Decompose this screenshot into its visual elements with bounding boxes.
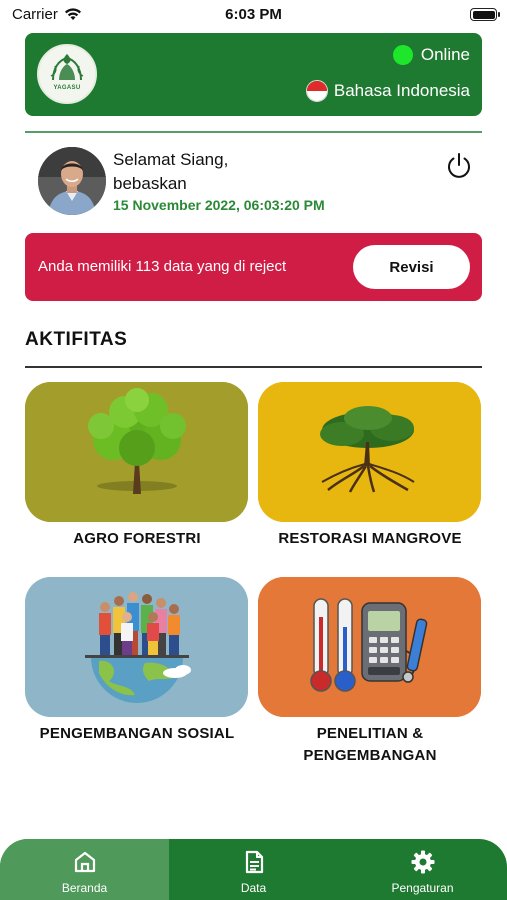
- header-card: YAGASU Online Bahasa Indonesia: [25, 33, 482, 116]
- mangrove-icon: [258, 382, 481, 522]
- battery-icon: [470, 8, 500, 21]
- nav-label-beranda: Beranda: [61, 881, 108, 895]
- indonesia-flag-icon: [305, 80, 328, 102]
- nav-label-pengaturan: Pengaturan: [391, 881, 454, 895]
- language-label: Bahasa Indonesia: [333, 81, 470, 100]
- activity-label-agro-forestri: AGRO FORESTRI: [73, 530, 201, 547]
- header-divider: [25, 131, 482, 133]
- user-name: bebaskan: [113, 174, 187, 193]
- revisi-button[interactable]: Revisi: [353, 245, 470, 289]
- avatar: [38, 147, 106, 215]
- bottom-navigation: Beranda Data Pengaturan: [0, 839, 507, 900]
- community-globe-icon: [25, 577, 248, 717]
- connection-status-label: Online: [420, 45, 470, 64]
- activity-label-restorasi-mangrove: RESTORASI MANGROVE: [278, 530, 462, 547]
- language-selector[interactable]: Bahasa Indonesia: [305, 80, 470, 102]
- online-indicator-icon: [392, 45, 413, 65]
- activity-tile-pengembangan-sosial[interactable]: [25, 577, 248, 717]
- gear-icon: [411, 850, 434, 874]
- greeting-text: Selamat Siang,: [113, 150, 229, 169]
- nav-item-data[interactable]: Data: [169, 839, 338, 900]
- reject-message: Anda memiliki 113 data yang di reject: [38, 258, 287, 275]
- status-time: 6:03 PM: [225, 6, 282, 23]
- logout-power-icon[interactable]: [443, 150, 475, 182]
- research-instruments-icon: [258, 577, 481, 717]
- activity-label-pengembangan-sosial: PENGEMBANGAN SOSIAL: [39, 725, 235, 742]
- yagasu-logo: YAGASU: [37, 44, 97, 104]
- home-icon: [74, 851, 95, 873]
- section-divider: [25, 366, 482, 368]
- activity-tile-penelitian-pengembangan[interactable]: [258, 577, 481, 717]
- logo-text: YAGASU: [53, 85, 81, 91]
- reject-alert-banner: Anda memiliki 113 data yang di reject Re…: [25, 233, 482, 301]
- activity-tile-restorasi-mangrove[interactable]: [258, 382, 481, 522]
- activity-label-penelitian-pengembangan: PENELITIAN & PENGEMBANGAN: [303, 725, 437, 764]
- nav-item-beranda[interactable]: Beranda: [0, 839, 169, 900]
- nav-item-pengaturan[interactable]: Pengaturan: [338, 839, 507, 900]
- current-datetime: 15 November 2022, 06:03:20 PM: [113, 197, 325, 213]
- nav-label-data: Data: [240, 881, 267, 895]
- document-icon: [245, 850, 263, 874]
- section-title: AKTIFITAS: [25, 329, 128, 350]
- status-bar: Carrier 6:03 PM: [0, 0, 507, 30]
- connection-status: Online: [392, 45, 470, 65]
- activity-tile-agro-forestri[interactable]: [25, 382, 248, 522]
- tree-icon: [25, 382, 248, 522]
